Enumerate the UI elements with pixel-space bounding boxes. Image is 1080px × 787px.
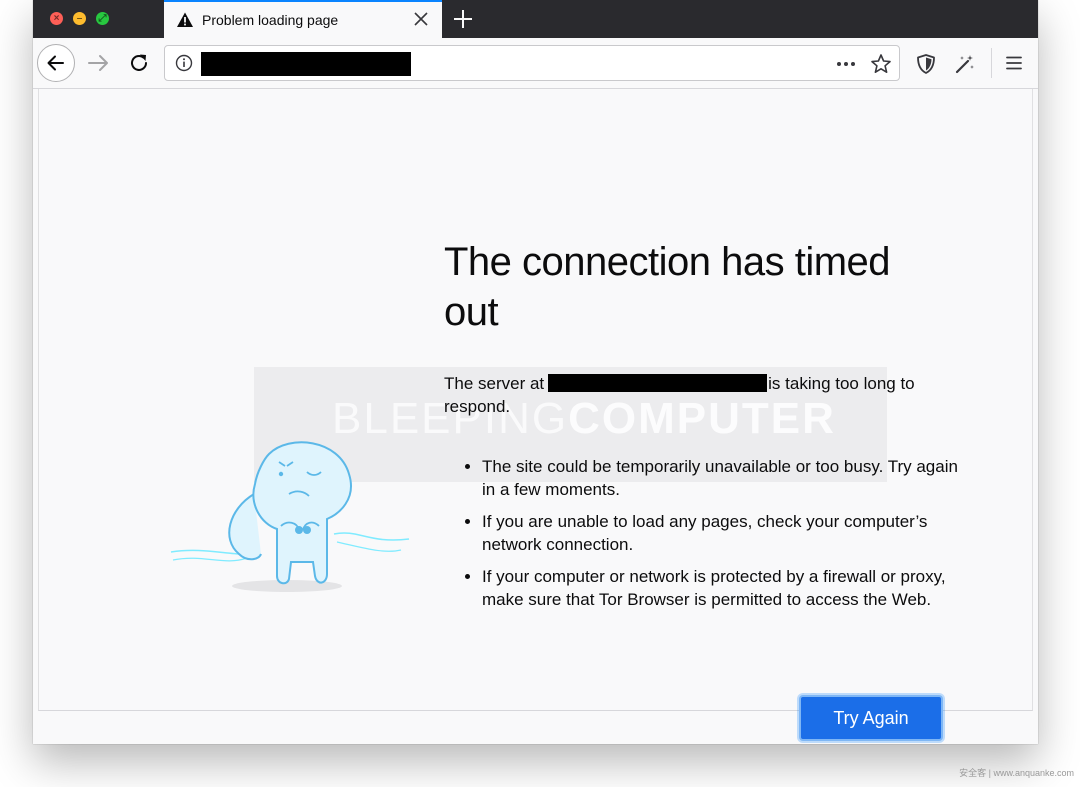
window-zoom-button[interactable]: ⤢ <box>96 12 109 25</box>
reload-icon[interactable] <box>127 51 151 75</box>
shield-icon[interactable] <box>915 53 937 75</box>
url-bar[interactable] <box>164 45 900 81</box>
close-glyph: × <box>53 13 60 24</box>
tip-item: If your computer or network is protected… <box>482 565 962 611</box>
zoom-glyph: ⤢ <box>98 13 107 24</box>
description-prefix: The server at <box>444 374 545 393</box>
navigation-toolbar <box>33 38 1038 89</box>
try-again-button[interactable]: Try Again <box>799 695 943 741</box>
more-horizontal-icon[interactable] <box>835 54 857 74</box>
back-button[interactable] <box>37 44 75 82</box>
back-arrow-icon <box>47 55 64 71</box>
tab-bar: × – ⤢ Problem loading page <box>33 0 1038 38</box>
hamburger-menu-icon[interactable] <box>1004 53 1024 73</box>
error-tips-list: The site could be temporarily unavailabl… <box>464 455 962 620</box>
close-tab-icon[interactable] <box>412 10 430 28</box>
minimize-glyph: – <box>76 13 83 24</box>
new-tab-icon[interactable] <box>451 7 475 31</box>
info-icon[interactable] <box>175 54 193 72</box>
tip-item: If you are unable to load any pages, che… <box>482 510 962 556</box>
browser-window: × – ⤢ Problem loading page BLEEPINGCOMPU… <box>33 0 1038 744</box>
error-description: The server at is taking too long to respo… <box>444 372 944 418</box>
error-title: The connection has timed out <box>444 240 891 334</box>
star-icon[interactable] <box>870 53 892 75</box>
toolbar-separator <box>991 48 992 78</box>
redacted-url <box>201 52 411 76</box>
error-page: BLEEPINGCOMPUTER The connection has time… <box>38 89 1033 741</box>
window-close-button[interactable]: × <box>50 12 63 25</box>
tab-title: Problem loading page <box>202 12 339 28</box>
warning-icon <box>177 12 193 27</box>
active-tab[interactable]: Problem loading page <box>164 0 442 38</box>
window-minimize-button[interactable]: – <box>73 12 86 25</box>
magic-wand-icon[interactable] <box>954 53 976 75</box>
forward-arrow-icon[interactable] <box>86 51 110 75</box>
sad-dinosaur-illustration <box>170 441 410 592</box>
redacted-server <box>548 374 768 392</box>
footer-watermark: 安全客 | www.anquanke.com <box>959 768 1074 778</box>
tip-item: The site could be temporarily unavailabl… <box>482 455 962 501</box>
